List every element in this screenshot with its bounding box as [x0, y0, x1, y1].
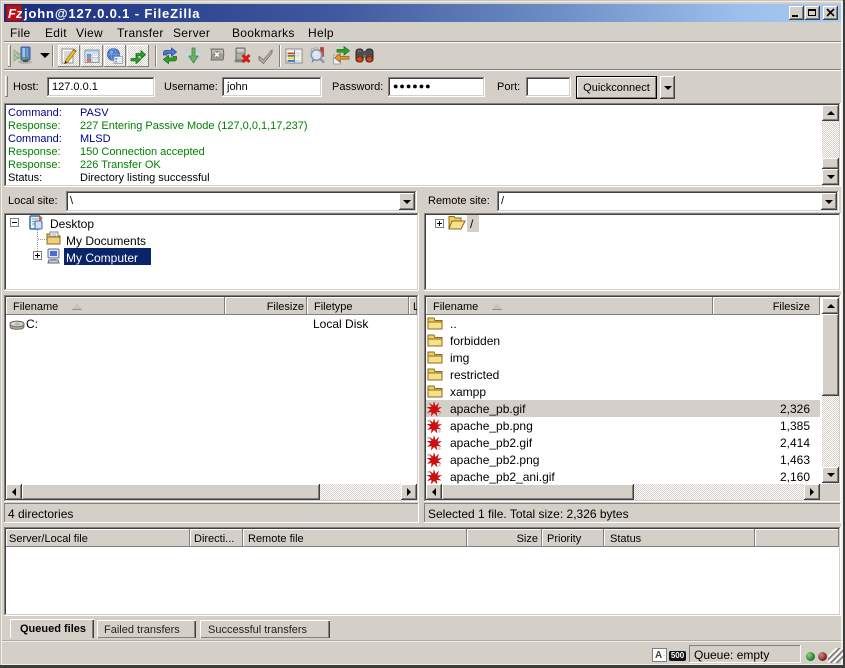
svg-text:Fz: Fz	[8, 6, 22, 21]
